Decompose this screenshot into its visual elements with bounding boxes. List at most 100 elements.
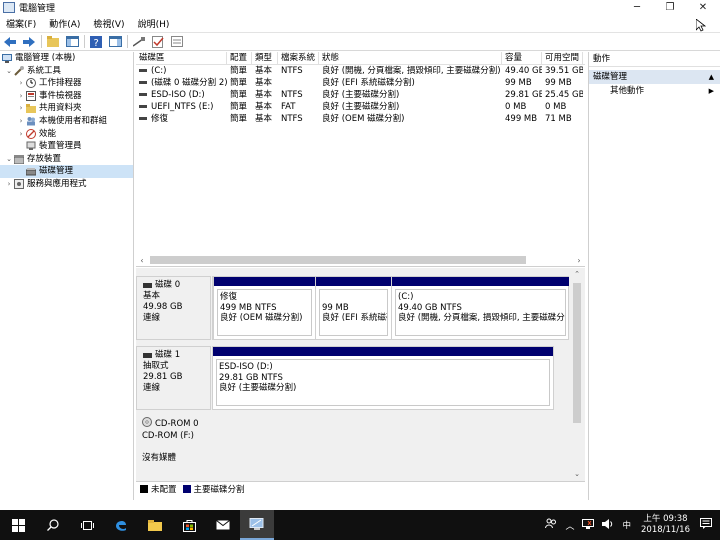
scrollbar-track[interactable] <box>573 280 581 468</box>
chevron-right-icon[interactable]: › <box>16 128 26 141</box>
action-center-notification-icon[interactable] <box>700 518 712 532</box>
chevron-right-icon[interactable]: › <box>16 90 26 103</box>
back-arrow-icon[interactable] <box>3 35 17 48</box>
tree-item-shared-folders[interactable]: › 共用資料夾 <box>0 102 133 115</box>
help-icon[interactable]: ? <box>89 35 103 48</box>
chevron-down-icon[interactable]: ⌄ <box>4 65 14 78</box>
volume-list-horizontal-scrollbar[interactable]: ‹ › <box>136 254 585 266</box>
volume-speaker-icon[interactable] <box>602 518 614 532</box>
edge-browser-button[interactable] <box>104 510 138 540</box>
partition-bar <box>214 277 315 286</box>
tree-item-local-users-groups[interactable]: › 本機使用者和群組 <box>0 115 133 128</box>
disk-label[interactable]: CD-ROM 0 CD-ROM (F:) 沒有媒體 <box>136 414 211 480</box>
tree-item-task-scheduler[interactable]: › 工作排程器 <box>0 77 133 90</box>
tree-item-services-applications[interactable]: › 服務與應用程式 <box>0 178 133 191</box>
search-button[interactable] <box>36 510 70 540</box>
chevron-right-icon[interactable]: › <box>16 102 26 115</box>
column-header-type[interactable]: 類型 <box>252 52 278 64</box>
disk-label[interactable]: 磁碟 1 抽取式 29.81 GB 連線 <box>136 346 211 410</box>
column-header-volume[interactable]: 磁碟區 <box>136 52 227 64</box>
scroll-right-icon[interactable]: › <box>573 256 585 265</box>
column-header-free-space[interactable]: 可用空間 <box>542 52 583 64</box>
chevron-down-icon[interactable]: ⌄ <box>4 153 14 166</box>
people-icon[interactable] <box>545 518 557 532</box>
partition-c-drive[interactable]: (C:) 49.40 GB NTFS 良好 (開機, 分頁檔案, 損毀傾印, 主… <box>391 277 569 339</box>
scrollbar-thumb[interactable] <box>573 283 581 423</box>
clock[interactable]: 上午 09:38 2018/11/16 <box>641 514 690 536</box>
tree-label: 共用資料夾 <box>39 103 82 114</box>
properties-check-icon[interactable] <box>151 35 165 48</box>
volume-capacity: 499 MB <box>505 114 538 124</box>
computer-management-taskbar-button[interactable] <box>240 510 274 540</box>
disk-row[interactable]: CD-ROM 0 CD-ROM (F:) 沒有媒體 <box>136 414 572 480</box>
action-more-actions[interactable]: 其他動作 ▶ <box>589 84 720 98</box>
disk-label[interactable]: 磁碟 0 基本 49.98 GB 連線 <box>136 276 211 340</box>
tree-item-event-viewer[interactable]: › 事件檢視器 <box>0 90 133 103</box>
tree-item-disk-management[interactable]: 磁碟管理 <box>0 165 133 178</box>
volume-row[interactable]: ESD-ISO (D:) 簡單 基本 NTFS 良好 (主要磁碟分割) 29.8… <box>136 89 585 101</box>
file-explorer-button[interactable] <box>138 510 172 540</box>
legend-label: 主要磁碟分割 <box>193 484 245 495</box>
partition-recovery[interactable]: 修復 499 MB NTFS 良好 (OEM 磁碟分割) <box>213 277 315 339</box>
menu-help[interactable]: 說明(H) <box>132 17 177 30</box>
restore-button[interactable]: ❐ <box>655 0 685 15</box>
disk-row[interactable]: 磁碟 1 抽取式 29.81 GB 連線 ESD-ISO (D:) 29.81 … <box>136 346 572 410</box>
column-header-layout[interactable]: 配置 <box>227 52 252 64</box>
chevron-right-icon[interactable]: › <box>16 77 26 90</box>
menu-file[interactable]: 檔案(F) <box>0 17 43 30</box>
column-header-file-system[interactable]: 檔案系統 <box>278 52 319 64</box>
volume-icon <box>139 93 147 96</box>
column-header-status[interactable]: 狀態 <box>319 52 502 64</box>
connect-icon[interactable] <box>132 35 146 48</box>
tree-item-system-tools[interactable]: ⌄ 系統工具 <box>0 65 133 78</box>
partition-label: (C:) <box>398 292 414 302</box>
windows-logo-icon <box>11 518 25 532</box>
scrollbar-track[interactable] <box>148 256 573 264</box>
partition-status: 良好 (OEM 磁碟分割) <box>220 313 303 323</box>
scroll-left-icon[interactable]: ‹ <box>136 256 148 265</box>
task-view-button[interactable] <box>70 510 104 540</box>
column-header-capacity[interactable]: 容量 <box>502 52 542 64</box>
volume-row[interactable]: (C:) 簡單 基本 NTFS 良好 (開機, 分頁檔案, 損毀傾印, 主要磁碟… <box>136 65 585 77</box>
show-hidden-icons-chevron-up-icon[interactable]: ︿ <box>565 519 574 532</box>
actions-pane: 動作 磁碟管理 ▲ 其他動作 ▶ <box>588 52 720 500</box>
disk-type: CD-ROM (F:) <box>142 431 194 441</box>
partition-d-drive[interactable]: ESD-ISO (D:) 29.81 GB NTFS 良好 (主要磁碟分割) <box>213 347 553 409</box>
menu-view[interactable]: 檢視(V) <box>87 17 131 30</box>
chevron-right-icon[interactable]: › <box>16 115 26 128</box>
forward-arrow-icon[interactable] <box>22 35 36 48</box>
scroll-down-icon[interactable]: ⌄ <box>574 468 580 480</box>
scrollbar-thumb[interactable] <box>150 256 526 264</box>
input-method-indicator[interactable]: 中 <box>622 519 631 531</box>
menu-action[interactable]: 動作(A) <box>43 17 87 30</box>
actions-section-disk-management[interactable]: 磁碟管理 ▲ <box>589 70 720 84</box>
tree-item-computer-management[interactable]: 電腦管理 (本機) <box>0 52 133 65</box>
tree-item-performance[interactable]: › 效能 <box>0 128 133 141</box>
network-icon[interactable] <box>582 518 595 532</box>
disk-view-vertical-scrollbar[interactable]: ⌃ ⌄ <box>571 268 583 480</box>
scroll-up-icon[interactable]: ⌃ <box>574 268 580 280</box>
tree-item-device-manager[interactable]: 裝置管理員 <box>0 140 133 153</box>
show-hide-action-pane-icon[interactable] <box>108 35 122 48</box>
volume-row[interactable]: (磁碟 0 磁碟分割 2) 簡單 基本 良好 (EFI 系統磁碟分割) 99 M… <box>136 77 585 89</box>
up-folder-icon[interactable] <box>46 35 60 48</box>
volume-row[interactable]: UEFI_NTFS (E:) 簡單 基本 FAT 良好 (主要磁碟分割) 0 M… <box>136 101 585 113</box>
disk-partitions: 修復 499 MB NTFS 良好 (OEM 磁碟分割) 99 MB 良好 (E… <box>212 276 569 340</box>
store-button[interactable] <box>172 510 206 540</box>
task-view-icon <box>80 520 94 530</box>
volume-row[interactable]: 修復 簡單 基本 NTFS 良好 (OEM 磁碟分割) 499 MB 71 MB <box>136 113 585 125</box>
collapse-caret-icon[interactable]: ▲ <box>709 70 714 84</box>
volume-name-cell: UEFI_NTFS (E:) <box>136 101 227 113</box>
list-view-icon[interactable] <box>170 35 184 48</box>
volume-icon <box>139 117 147 120</box>
minimize-button[interactable]: ─ <box>622 0 652 15</box>
actions-section-label: 磁碟管理 <box>593 72 628 82</box>
chevron-right-icon[interactable]: › <box>4 178 14 191</box>
disk-row[interactable]: 磁碟 0 基本 49.98 GB 連線 修復 499 MB NTFS 良好 (O… <box>136 276 572 340</box>
mail-button[interactable] <box>206 510 240 540</box>
show-hide-tree-icon[interactable] <box>65 35 79 48</box>
close-button[interactable]: ✕ <box>688 0 718 15</box>
start-button[interactable] <box>0 510 36 540</box>
tree-item-storage[interactable]: ⌄ 存放裝置 <box>0 153 133 166</box>
partition-efi[interactable]: 99 MB 良好 (EFI 系統磁碟分割) <box>315 277 391 339</box>
